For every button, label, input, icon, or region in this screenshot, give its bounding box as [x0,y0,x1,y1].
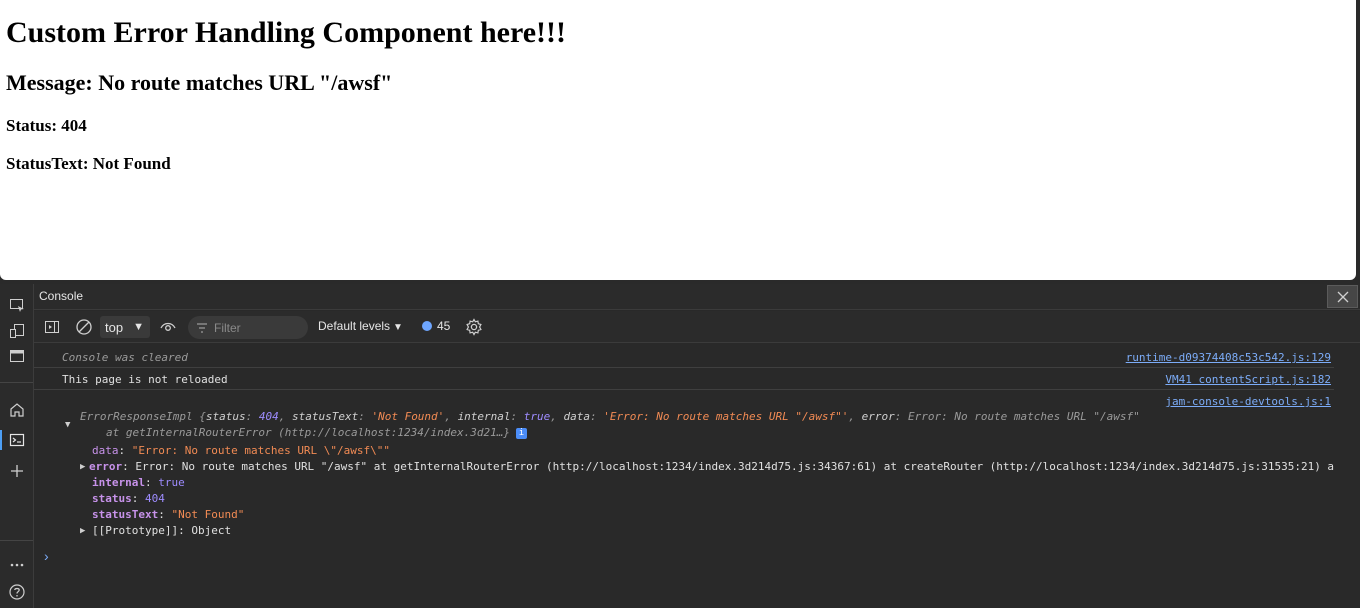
expand-triangle-icon[interactable]: ▼ [65,420,70,430]
clear-console-icon[interactable] [74,317,94,337]
object-summary-line2: at getInternalRouterError (http://localh… [106,426,527,439]
home-icon[interactable] [6,399,28,421]
message-text: Console was cleared [62,351,188,364]
console-prompt[interactable]: › [44,548,49,564]
console-message: This page is not reloaded VM41 contentSc… [34,370,1334,390]
page-heading: Custom Error Handling Component here!!! [6,16,567,49]
inspect-icon[interactable] [6,294,28,316]
activity-separator [0,540,33,541]
console-settings-icon[interactable] [464,317,484,337]
log-levels-dropdown[interactable]: Default levels ▼ [318,319,403,333]
console-toolbar: top ▼ Default levels▼ 45 [34,311,1360,343]
issues-counter[interactable]: 45 [422,319,450,333]
live-expression-icon[interactable] [158,317,178,337]
active-indicator [0,430,2,450]
object-summary[interactable]: ErrorResponseImpl {status: 404, statusTe… [80,410,1140,423]
device-icon[interactable] [6,320,28,342]
prop-prototype[interactable]: [[Prototype]]: Object [92,524,231,537]
console-panel: Console top ▼ Default levels▼ 45 [34,284,1360,608]
issues-count: 45 [437,319,451,333]
devtools-activity-bar [0,284,34,608]
close-panel-button[interactable] [1327,285,1358,308]
console-object-log: jam-console-devtools.js:1 ▼ ErrorRespons… [34,392,1334,552]
more-icon[interactable] [6,554,28,576]
activity-separator [0,382,33,383]
message-source-link[interactable]: VM41 contentScript.js:182 [1165,373,1331,386]
panel-title[interactable]: Console [39,289,83,303]
message-text: This page is not reloaded [62,373,228,386]
console-message: Console was cleared runtime-d09374408c53… [34,348,1334,368]
close-icon [1337,291,1348,302]
chevron-down-icon: ▼ [133,321,144,333]
prop-statusText: statusText: "Not Found" [92,508,245,521]
log-levels-label: Default levels [318,319,391,333]
console-icon[interactable] [6,429,28,451]
panel-header: Console [34,284,1360,310]
expand-triangle-icon[interactable]: ▶ [80,462,85,472]
message-source-link[interactable]: jam-console-devtools.js:1 [1165,395,1331,408]
filter-box [188,316,308,339]
context-value: top [105,319,124,335]
prop-error[interactable]: error: Error: No route matches URL "/aws… [89,460,1334,473]
sidebar-toggle-icon[interactable] [42,317,62,337]
context-selector[interactable]: top ▼ [100,316,150,338]
prop-internal: internal: true [92,476,185,489]
page-viewport: Custom Error Handling Component here!!! … [0,0,1356,280]
prop-status: status: 404 [92,492,165,505]
prop-data: data: "Error: No route matches URL \"/aw… [92,444,391,457]
error-status-text: StatusText: Not Found [6,154,171,173]
chevron-down-icon: ▼ [393,322,403,333]
info-icon[interactable]: i [515,427,527,439]
dock-icon[interactable] [6,345,28,367]
filter-icon [197,322,207,333]
message-source-link[interactable]: runtime-d09374408c53c542.js:129 [1126,351,1331,364]
help-icon[interactable] [6,581,28,603]
add-icon[interactable] [6,460,28,482]
error-status: Status: 404 [6,116,87,135]
expand-triangle-icon[interactable]: ▶ [80,526,85,536]
error-message: Message: No route matches URL "/awsf" [6,70,393,95]
filter-input[interactable] [214,320,294,335]
issues-icon [422,321,432,331]
